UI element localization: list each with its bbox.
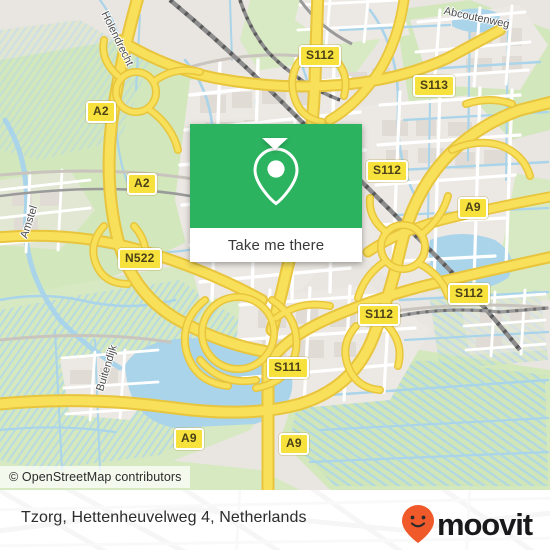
road-shield-a2-topleft: A2: [86, 101, 116, 123]
road-shield-s112-lower: S112: [448, 283, 491, 305]
moovit-smiley-pin-icon: [401, 505, 434, 543]
road-shield-a9-bottom2: A9: [279, 433, 309, 455]
footer-bar: Tzorg, Hettenheuvelweg 4, Netherlands mo…: [0, 490, 550, 550]
road-shield-a9-right: A9: [458, 197, 488, 219]
moovit-wordmark: moovit: [436, 506, 533, 542]
road-shield-n522-left: N522: [118, 248, 162, 270]
road-shield-s112-top: S112: [299, 45, 342, 67]
moovit-location-share-card: S112 S113 A2 S112 A9 A2 N522 S112 S112 S…: [0, 0, 550, 550]
map-canvas[interactable]: S112 S113 A2 S112 A9 A2 N522 S112 S112 S…: [0, 0, 550, 490]
road-shield-s111-mid: S111: [267, 357, 309, 379]
road-shield-a9-bottom: A9: [174, 428, 204, 450]
location-pin-icon: [253, 147, 299, 206]
popup-card-tail: [262, 138, 288, 150]
road-shield-s113-right: S113: [413, 75, 456, 97]
popup-card-footer[interactable]: Take me there: [190, 228, 362, 262]
moovit-brand[interactable]: moovit: [401, 504, 533, 544]
road-shield-s112-lower2: S112: [358, 304, 401, 326]
road-shield-s112-mid: S112: [366, 160, 409, 182]
take-me-there-label: Take me there: [227, 236, 325, 254]
road-shield-a2-left: A2: [127, 173, 157, 195]
location-title: Tzorg, Hettenheuvelweg 4, Netherlands: [21, 509, 307, 526]
map-attribution[interactable]: © OpenStreetMap contributors: [0, 466, 190, 488]
